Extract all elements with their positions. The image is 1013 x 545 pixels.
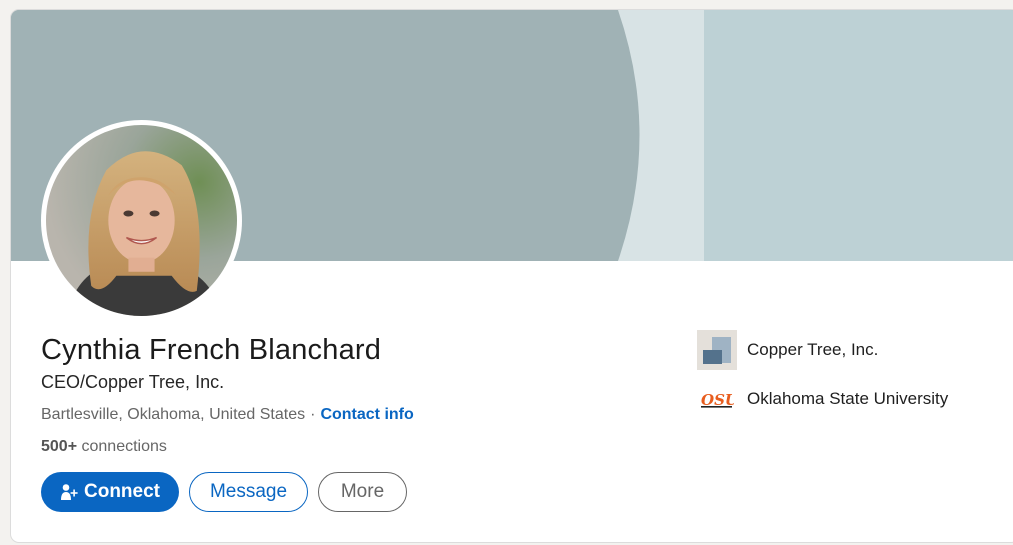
location-text: Bartlesville, Oklahoma, United States xyxy=(41,406,306,423)
connect-label: Connect xyxy=(84,481,160,502)
company-logo-icon xyxy=(697,330,737,370)
profile-card: Cynthia French Blanchard CEO/Copper Tree… xyxy=(10,9,1013,543)
connections-label: connections xyxy=(81,438,167,455)
connect-button[interactable]: Connect xyxy=(41,472,179,512)
separator-dot: · xyxy=(310,406,316,423)
profile-location-line: Bartlesville, Oklahoma, United States · Co… xyxy=(41,406,414,424)
more-button[interactable]: More xyxy=(318,472,407,512)
profile-actions: Connect Message More xyxy=(41,472,407,512)
profile-name: Cynthia French Blanchard xyxy=(41,334,382,366)
message-button[interactable]: Message xyxy=(189,472,308,512)
profile-photo[interactable] xyxy=(41,120,242,321)
org-current-company[interactable]: Copper Tree, Inc. xyxy=(697,330,948,370)
osu-logo-icon: OSU xyxy=(697,379,737,419)
contact-info-link[interactable]: Contact info xyxy=(320,406,413,423)
organizations-list: Copper Tree, Inc. OSU Oklahoma State Uni… xyxy=(697,330,948,428)
banner-panel xyxy=(704,10,1013,261)
profile-headline: CEO/Copper Tree, Inc. xyxy=(41,372,225,392)
school-name: Oklahoma State University xyxy=(747,389,949,408)
profile-photo-image xyxy=(46,125,237,316)
connections-count[interactable]: 500+ connections xyxy=(41,438,167,456)
connections-number: 500+ xyxy=(41,438,78,455)
company-name: Copper Tree, Inc. xyxy=(747,340,879,359)
add-person-icon xyxy=(60,483,78,501)
org-education[interactable]: OSU Oklahoma State University xyxy=(697,379,948,419)
